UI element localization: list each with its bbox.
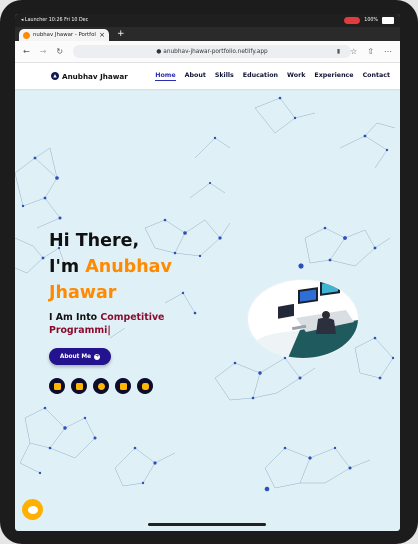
instagram-icon[interactable] bbox=[137, 378, 153, 394]
hero-heading: Hi There, I'm Anubhav Jhawar bbox=[49, 228, 172, 306]
nav-contact[interactable]: Contact bbox=[363, 72, 390, 81]
mail-icon[interactable] bbox=[115, 378, 131, 394]
nav-skills[interactable]: Skills bbox=[215, 72, 234, 81]
site-navbar: ▲ Anubhav Jhawar Home About Skills Educa… bbox=[15, 63, 400, 89]
lock-icon: ● bbox=[156, 48, 162, 55]
nav-menu: Home About Skills Education Work Experie… bbox=[155, 72, 390, 81]
record-indicator-icon bbox=[344, 17, 361, 24]
nav-work[interactable]: Work bbox=[287, 72, 305, 81]
address-bar-row: ← → ↻ ● anubhav-jhawar-portfolio.netlify… bbox=[15, 41, 400, 63]
back-icon[interactable]: ← bbox=[23, 47, 30, 56]
social-links bbox=[49, 378, 153, 394]
status-left: ◂ Launcher 10:26 Fri 10 Dec bbox=[21, 18, 89, 23]
url-field[interactable]: ● anubhav-jhawar-portfolio.netlify.app bbox=[73, 45, 351, 58]
screen: ◂ Launcher 10:26 Fri 10 Dec 100% nubhav … bbox=[15, 14, 400, 531]
more-icon[interactable]: ⋯ bbox=[384, 47, 392, 56]
typed-text: I Am Into Competitive Programmi| bbox=[49, 311, 164, 337]
nav-about[interactable]: About bbox=[185, 72, 206, 81]
chat-widget-button[interactable] bbox=[22, 499, 43, 520]
url-text: anubhav-jhawar-portfolio.netlify.app bbox=[163, 48, 268, 55]
about-me-button[interactable]: About Me ➜ bbox=[49, 348, 111, 365]
nav-education[interactable]: Education bbox=[243, 72, 278, 81]
tab-title: nubhav Jhawar - Portfolio bbox=[33, 32, 97, 38]
hero-section: Hi There, I'm Anubhav Jhawar I Am Into C… bbox=[15, 88, 400, 531]
brand[interactable]: ▲ Anubhav Jhawar bbox=[51, 72, 128, 81]
close-tab-icon[interactable]: × bbox=[99, 31, 105, 39]
forward-icon[interactable]: → bbox=[40, 47, 47, 56]
tablet-frame: ◂ Launcher 10:26 Fri 10 Dec 100% nubhav … bbox=[0, 0, 418, 544]
tab-strip: nubhav Jhawar - Portfolio × + bbox=[15, 27, 400, 41]
mic-icon[interactable]: ▮ bbox=[337, 48, 340, 55]
chat-bubble-icon bbox=[27, 505, 38, 514]
battery-level: 100% bbox=[364, 18, 378, 23]
hero-im: I'm bbox=[49, 257, 86, 277]
hero-greeting: Hi There, bbox=[49, 231, 140, 251]
linkedin-icon[interactable] bbox=[71, 378, 87, 394]
battery-icon bbox=[382, 17, 394, 24]
star-icon[interactable]: ☆ bbox=[350, 47, 357, 56]
about-me-label: About Me bbox=[59, 353, 92, 360]
brand-logo-icon: ▲ bbox=[51, 72, 59, 80]
favicon-icon bbox=[23, 31, 30, 39]
nav-home[interactable]: Home bbox=[155, 72, 176, 81]
new-tab-button[interactable]: + bbox=[117, 28, 125, 40]
browser-tab[interactable]: nubhav Jhawar - Portfolio × bbox=[19, 29, 109, 41]
nav-experience[interactable]: Experience bbox=[314, 72, 353, 81]
typed-prefix: I Am Into bbox=[49, 312, 101, 323]
developer-illustration bbox=[248, 280, 358, 358]
developer-at-desk-image bbox=[253, 280, 358, 358]
status-bar: ◂ Launcher 10:26 Fri 10 Dec 100% bbox=[15, 14, 400, 27]
hero-first-name: Anubhav bbox=[85, 257, 172, 277]
github-icon[interactable] bbox=[49, 378, 65, 394]
hero-last-name: Jhawar bbox=[49, 283, 117, 303]
arrow-right-icon: ➜ bbox=[94, 353, 101, 360]
reload-icon[interactable]: ↻ bbox=[56, 47, 63, 56]
home-indicator bbox=[148, 523, 266, 526]
brand-name: Anubhav Jhawar bbox=[62, 71, 128, 81]
share-icon[interactable]: ⇧ bbox=[367, 47, 374, 56]
github-icon[interactable] bbox=[93, 378, 109, 394]
